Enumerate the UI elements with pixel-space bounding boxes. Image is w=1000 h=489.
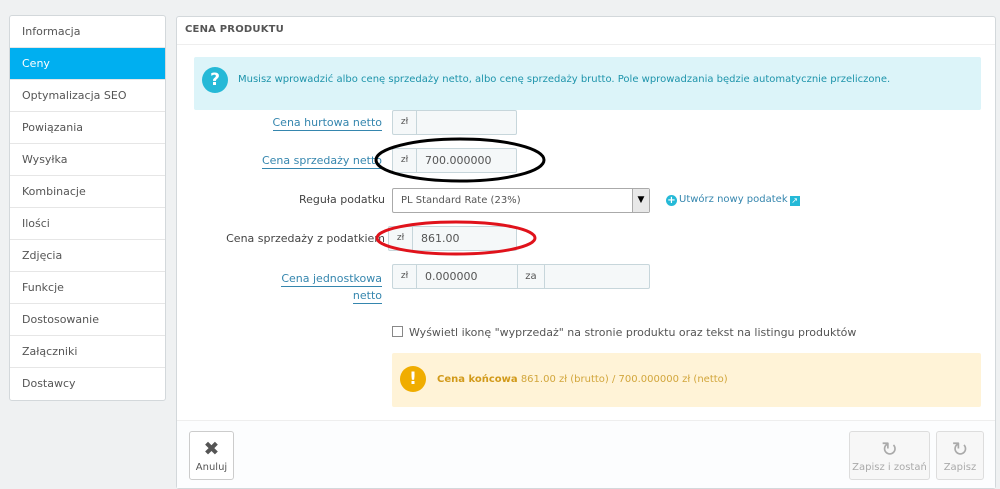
exclamation-icon: !: [400, 366, 426, 392]
sidebar-item-dostosowanie[interactable]: Dostosowanie: [10, 304, 165, 336]
sidebar-item-zdjecia[interactable]: Zdjęcia: [10, 240, 165, 272]
net-price-input[interactable]: zł 700.000000: [392, 148, 517, 173]
currency-addon: zł: [393, 111, 417, 134]
net-price-label[interactable]: Cena sprzedaży netto: [207, 154, 382, 169]
wholesale-price-value[interactable]: [417, 111, 516, 134]
sidebar-item-wysylka[interactable]: Wysyłka: [10, 144, 165, 176]
currency-addon: zł: [393, 265, 417, 288]
price-panel: CENA PRODUKTU ? Musisz wprowadzić albo c…: [176, 16, 996, 489]
info-alert: ? Musisz wprowadzić albo cenę sprzedaży …: [194, 57, 981, 110]
unit-price-label[interactable]: Cena jednostkowa netto: [207, 270, 382, 304]
tax-rule-label: Reguła podatku: [299, 193, 385, 206]
final-price-alert: ! Cena końcowa 861.00 zł (brutto) / 700.…: [392, 353, 981, 407]
gross-price-value[interactable]: 861.00: [413, 227, 516, 250]
close-icon: ✖: [203, 438, 220, 460]
sidebar-item-kombinacje[interactable]: Kombinacje: [10, 176, 165, 208]
final-price-text: Cena końcowa 861.00 zł (brutto) / 700.00…: [437, 374, 728, 385]
cancel-button[interactable]: ✖ Anuluj: [189, 431, 234, 480]
sidebar-item-zalaczniki[interactable]: Załączniki: [10, 336, 165, 368]
wholesale-price-label[interactable]: Cena hurtowa netto: [207, 116, 382, 131]
currency-addon: zł: [389, 227, 413, 250]
on-sale-checkbox-row[interactable]: Wyświetl ikonę "wyprzedaż" na stronie pr…: [392, 326, 856, 339]
per-unit-addon: za: [517, 265, 545, 288]
gross-price-label: Cena sprzedaży z podatkiem: [226, 232, 385, 245]
refresh-icon: ↻: [881, 437, 898, 461]
sidebar-item-ceny[interactable]: Ceny: [10, 48, 165, 80]
unit-price-value[interactable]: 0.000000: [417, 265, 517, 288]
sidebar-item-ilosci[interactable]: Ilości: [10, 208, 165, 240]
tax-rule-selected: PL Standard Rate (23%): [401, 195, 521, 206]
gross-price-input[interactable]: zł 861.00: [388, 226, 517, 251]
panel-title: CENA PRODUKTU: [177, 17, 995, 45]
product-tabs-sidebar: Informacja Ceny Optymalizacja SEO Powiąz…: [9, 15, 166, 401]
sidebar-item-funkcje[interactable]: Funkcje: [10, 272, 165, 304]
net-price-value[interactable]: 700.000000: [417, 149, 516, 172]
info-alert-text: Musisz wprowadzić albo cenę sprzedaży ne…: [238, 74, 891, 85]
wholesale-price-input[interactable]: zł: [392, 110, 517, 135]
tax-rule-select[interactable]: PL Standard Rate (23%) ▼: [392, 188, 650, 213]
currency-addon: zł: [393, 149, 417, 172]
refresh-icon: ↻: [951, 437, 969, 461]
on-sale-checkbox[interactable]: [392, 326, 403, 337]
sidebar-item-dostawcy[interactable]: Dostawcy: [10, 368, 165, 400]
sidebar-item-informacja[interactable]: Informacja: [10, 16, 165, 48]
panel-footer: ✖ Anuluj ↻ Zapisz i zostań ↻ Zapisz: [177, 420, 995, 488]
external-link-icon: ↗: [789, 196, 800, 206]
create-new-tax-link[interactable]: + Utwórz nowy podatek ↗: [666, 194, 800, 206]
chevron-down-icon[interactable]: ▼: [632, 189, 649, 212]
plus-circle-icon: +: [666, 195, 677, 206]
unit-price-input[interactable]: zł 0.000000 za: [392, 264, 650, 289]
sidebar-item-seo[interactable]: Optymalizacja SEO: [10, 80, 165, 112]
unit-name-value[interactable]: [545, 265, 649, 288]
sidebar-item-powiazania[interactable]: Powiązania: [10, 112, 165, 144]
question-icon: ?: [202, 67, 228, 93]
save-and-stay-button[interactable]: ↻ Zapisz i zostań: [849, 431, 930, 480]
save-button[interactable]: ↻ Zapisz: [936, 431, 984, 480]
